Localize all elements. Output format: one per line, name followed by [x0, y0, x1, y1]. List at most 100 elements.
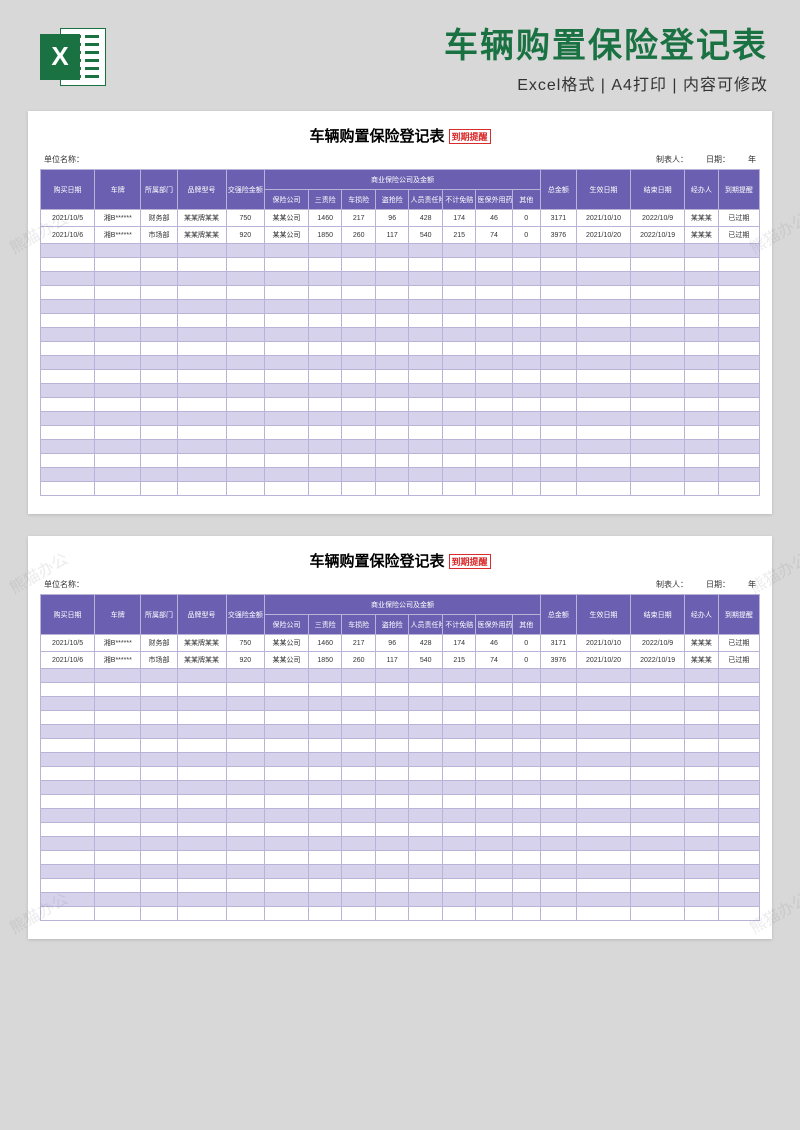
cell: 湘B******	[95, 652, 141, 669]
col-header: 交强险金额	[226, 170, 265, 210]
table-row-empty	[41, 468, 760, 482]
excel-badge-letter: X	[40, 34, 80, 80]
table-row-empty	[41, 739, 760, 753]
cell: 湘B******	[95, 210, 141, 227]
date-label: 日期：	[706, 155, 730, 164]
table-row-empty	[41, 865, 760, 879]
table-row-empty	[41, 244, 760, 258]
cell: 174	[442, 635, 476, 652]
table-row-empty	[41, 440, 760, 454]
cell: 74	[476, 227, 512, 244]
cell: 215	[442, 227, 476, 244]
cell: 2021/10/20	[576, 227, 630, 244]
excel-icon: X	[40, 24, 106, 90]
cell: 750	[226, 635, 265, 652]
col-header: 医保外用药	[476, 615, 512, 635]
table-row-empty	[41, 851, 760, 865]
cell: 260	[342, 227, 376, 244]
registration-table: 购买日期车牌所属部门品牌型号交强险金额商业保险公司及金额总金额生效日期结束日期经…	[40, 169, 760, 496]
table-row: 2021/10/6湘B******市场部某某牌某某920某某公司18502601…	[41, 652, 760, 669]
page-title: 车辆购置保险登记表	[120, 18, 780, 67]
col-header: 经办人	[685, 170, 719, 210]
page-subtitle: Excel格式 | A4打印 | 内容可修改	[120, 71, 780, 95]
sheet-title: 车辆购置保险登记表	[309, 125, 444, 146]
sheet-preview-2: 车辆购置保险登记表到期提醒单位名称：制表人：日期：年购买日期车牌所属部门品牌型号…	[28, 536, 772, 939]
date-label: 日期：	[706, 580, 730, 589]
table-row-empty	[41, 258, 760, 272]
cell: 540	[409, 227, 443, 244]
cell: 2021/10/20	[576, 652, 630, 669]
cell: 3171	[540, 210, 576, 227]
cell: 1460	[308, 210, 342, 227]
cell: 2022/10/9	[631, 635, 685, 652]
cell: 74	[476, 652, 512, 669]
cell: 0	[512, 227, 540, 244]
unit-label: 单位名称：	[44, 579, 84, 590]
table-row-empty	[41, 300, 760, 314]
preparer-label: 制表人：	[656, 155, 688, 164]
registration-table: 购买日期车牌所属部门品牌型号交强险金额商业保险公司及金额总金额生效日期结束日期经…	[40, 594, 760, 921]
table-row-empty	[41, 328, 760, 342]
cell: 750	[226, 210, 265, 227]
table-row-empty	[41, 384, 760, 398]
cell: 1850	[308, 227, 342, 244]
cell: 2021/10/6	[41, 227, 95, 244]
expire-tag: 到期提醒	[449, 129, 491, 144]
cell: 46	[476, 635, 512, 652]
meta-row: 单位名称：制表人：日期：年	[40, 152, 760, 169]
sheet-title: 车辆购置保险登记表	[309, 550, 444, 571]
cell: 某某牌某某	[177, 652, 226, 669]
cell: 2021/10/5	[41, 210, 95, 227]
col-header: 人员责任险	[409, 615, 443, 635]
template-header: X 车辆购置保险登记表 Excel格式 | A4打印 | 内容可修改	[0, 0, 800, 101]
cell: 1460	[308, 635, 342, 652]
cell: 财务部	[141, 210, 177, 227]
table-row-empty	[41, 669, 760, 683]
cell: 某某某	[685, 227, 719, 244]
cell: 某某公司	[265, 635, 309, 652]
table-row-empty	[41, 879, 760, 893]
table-row: 2021/10/6湘B******市场部某某牌某某920某某公司18502601…	[41, 227, 760, 244]
preview-area: 车辆购置保险登记表到期提醒单位名称：制表人：日期：年购买日期车牌所属部门品牌型号…	[0, 101, 800, 959]
cell: 2022/10/19	[631, 652, 685, 669]
cell: 市场部	[141, 652, 177, 669]
cell: 215	[442, 652, 476, 669]
col-header: 生效日期	[576, 170, 630, 210]
col-header: 经办人	[685, 595, 719, 635]
col-header: 车牌	[95, 170, 141, 210]
col-header: 到期提醒	[718, 595, 759, 635]
cell: 428	[409, 210, 443, 227]
cell: 某某牌某某	[177, 227, 226, 244]
cell: 某某某	[685, 210, 719, 227]
col-header: 盗抢险	[375, 615, 409, 635]
col-header: 所属部门	[141, 170, 177, 210]
table-row-empty	[41, 342, 760, 356]
table-row-empty	[41, 725, 760, 739]
cell: 某某某	[685, 652, 719, 669]
cell: 1850	[308, 652, 342, 669]
cell: 某某公司	[265, 227, 309, 244]
cell: 2022/10/9	[631, 210, 685, 227]
table-row-empty	[41, 893, 760, 907]
col-header: 结束日期	[631, 595, 685, 635]
cell: 某某公司	[265, 210, 309, 227]
col-header: 品牌型号	[177, 170, 226, 210]
col-header: 到期提醒	[718, 170, 759, 210]
table-row-empty	[41, 683, 760, 697]
year-label: 年	[748, 580, 756, 589]
table-row: 2021/10/5湘B******财务部某某牌某某750某某公司14602179…	[41, 210, 760, 227]
col-header: 其他	[512, 615, 540, 635]
col-header: 交强险金额	[226, 595, 265, 635]
cell: 某某牌某某	[177, 635, 226, 652]
col-header: 生效日期	[576, 595, 630, 635]
cell: 117	[375, 652, 409, 669]
cell: 2021/10/5	[41, 635, 95, 652]
cell: 217	[342, 635, 376, 652]
col-header: 医保外用药	[476, 190, 512, 210]
table-row-empty	[41, 767, 760, 781]
col-header: 总金额	[540, 595, 576, 635]
col-header: 三责险	[308, 190, 342, 210]
table-row-empty	[41, 781, 760, 795]
table-row-empty	[41, 314, 760, 328]
cell: 3976	[540, 652, 576, 669]
